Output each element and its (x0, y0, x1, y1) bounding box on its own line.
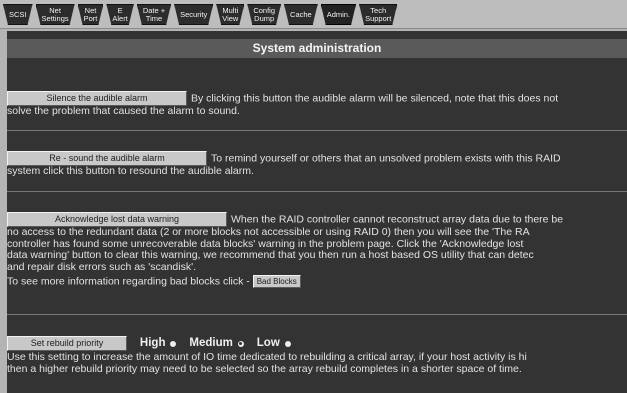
divider (7, 314, 627, 315)
priority-high-radio[interactable] (170, 340, 177, 347)
tab-config-dump[interactable]: Config Dump (247, 4, 281, 25)
silence-alarm-button[interactable]: Silence the audible alarm (7, 91, 187, 106)
priority-medium-radio[interactable] (237, 340, 244, 347)
silence-alarm-description-2: solve the problem that caused the alarm … (7, 105, 240, 117)
acknowledge-section: Acknowledge lost data warning When the RA… (7, 212, 627, 288)
rebuild-description-1: Use this setting to increase the amount … (7, 351, 527, 363)
acknowledge-description-2: no access to the redundant data (2 or mo… (7, 226, 530, 238)
priority-low-label: Low (256, 336, 280, 349)
admin-page: SCSI Net Settings Net Port E Alert Date … (0, 0, 627, 393)
tab-admin[interactable]: Admin. (321, 4, 356, 25)
acknowledge-description-4: data warning' button to clear this warni… (7, 249, 534, 261)
bad-blocks-label: To see more information regarding bad bl… (7, 275, 250, 288)
acknowledge-description-5: and repair disk errors such as 'scandisk… (7, 260, 197, 273)
tab-multi-view[interactable]: Multi View (216, 4, 244, 25)
silence-alarm-description: By clicking this button the audible alar… (191, 92, 559, 105)
tab-net-settings[interactable]: Net Settings (36, 4, 75, 25)
rebuild-priority-section: Set rebuild priority High Medium Low Use… (7, 336, 627, 375)
tab-bar: SCSI Net Settings Net Port E Alert Date … (0, 0, 627, 29)
tab-scsi[interactable]: SCSI (3, 4, 33, 25)
priority-medium-label: Medium (189, 336, 233, 349)
rebuild-description-2: then a higher rebuild priority may need … (7, 362, 522, 375)
page-title: System administration (7, 39, 627, 58)
divider (7, 130, 627, 131)
set-rebuild-priority-button[interactable]: Set rebuild priority (7, 336, 127, 351)
tab-security[interactable]: Security (174, 4, 213, 25)
tab-cache[interactable]: Cache (284, 4, 318, 25)
acknowledge-lost-data-button[interactable]: Acknowledge lost data warning (7, 212, 227, 227)
priority-high-label: High (139, 336, 166, 349)
acknowledge-description-1: When the RAID controller cannot reconstr… (231, 213, 564, 226)
tab-net-port[interactable]: Net Port (78, 4, 104, 25)
bad-blocks-button[interactable]: Bad Blocks (252, 275, 301, 288)
priority-low-radio[interactable] (284, 340, 291, 347)
tab-date-time[interactable]: Date + Time (137, 4, 171, 25)
resound-alarm-button[interactable]: Re - sound the audible alarm (7, 151, 207, 166)
resound-alarm-description-2: system click this button to resound the … (7, 165, 254, 177)
main-panel: System administration Silence the audibl… (7, 31, 627, 393)
silence-alarm-section: Silence the audible alarm By clicking thi… (7, 91, 627, 118)
resound-alarm-section: Re - sound the audible alarm To remind yo… (7, 151, 627, 178)
resound-alarm-description: To remind yourself or others that an uns… (211, 152, 561, 165)
divider (7, 191, 627, 192)
tab-e-alert[interactable]: E Alert (106, 4, 133, 25)
tab-tech-support[interactable]: Tech Support (359, 4, 397, 25)
tabs: SCSI Net Settings Net Port E Alert Date … (3, 2, 400, 26)
